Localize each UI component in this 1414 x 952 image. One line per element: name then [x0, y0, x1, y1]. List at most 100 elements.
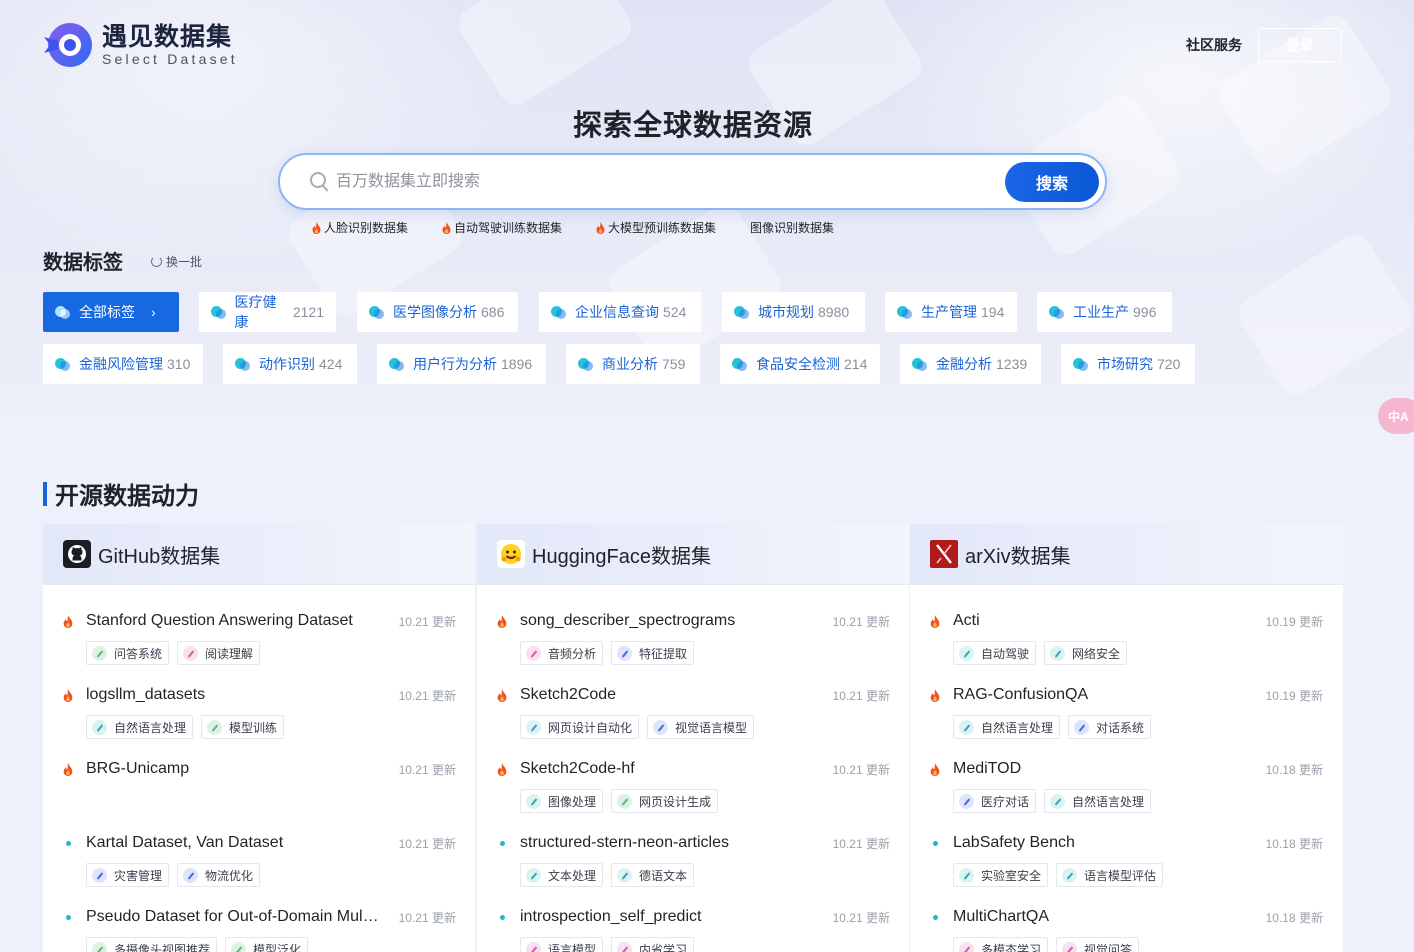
- dataset-tag-chip[interactable]: 医疗对话: [953, 789, 1037, 813]
- all-tags-button[interactable]: 全部标签 ›: [43, 292, 179, 332]
- dataset-tag-chip[interactable]: 自然语言处理: [86, 715, 194, 739]
- dataset-item[interactable]: logsllm_datasets 10.21 更新 自然语言处理 模型训练: [63, 685, 456, 759]
- dataset-tag-chip[interactable]: 物流优化: [177, 863, 261, 887]
- dataset-tag-chip[interactable]: 视觉问答: [1056, 937, 1140, 952]
- dataset-item[interactable]: Sketch2Code 10.21 更新 网页设计自动化 视觉语言模型: [497, 685, 890, 759]
- tag-chip[interactable]: 生产管理 194: [885, 292, 1017, 332]
- dataset-tag-chip[interactable]: 实验室安全: [953, 863, 1049, 887]
- search-button[interactable]: 搜索: [1005, 161, 1099, 202]
- tag-chip[interactable]: 医疗健康 2121: [199, 292, 336, 332]
- dataset-item[interactable]: Sketch2Code-hf 10.21 更新 图像处理 网页设计生成: [497, 759, 890, 833]
- dataset-tag-chip[interactable]: 自动驾驶: [953, 641, 1037, 665]
- bullet-dot: [930, 914, 940, 920]
- dataset-tag-chip[interactable]: 网页设计自动化: [520, 715, 640, 739]
- tag-chip[interactable]: 食品安全检测 214: [720, 344, 880, 384]
- dataset-item-header: LabSafety Bench 10.18 更新: [930, 833, 1323, 853]
- dataset-item[interactable]: BRG-Unicamp 10.21 更新: [63, 759, 456, 833]
- hot-search-label: 自动驾驶训练数据集: [454, 221, 563, 235]
- column-header: arXiv数据集: [910, 524, 1343, 585]
- dataset-item[interactable]: structured-stern-neon-articles 10.21 更新 文本…: [497, 833, 890, 907]
- dataset-tag-chip[interactable]: 阅读理解: [177, 641, 261, 665]
- dataset-name-link[interactable]: song_describer_spectrograms: [520, 612, 815, 630]
- hot-search-link[interactable]: 大模型预训练数据集: [596, 219, 716, 236]
- tag-chip[interactable]: 用户行为分析 1896: [377, 344, 546, 384]
- dataset-tag-chip[interactable]: 德语文本: [611, 863, 695, 887]
- dataset-item[interactable]: Acti 10.19 更新 自动驾驶 网络安全: [930, 611, 1323, 685]
- dataset-item[interactable]: LabSafety Bench 10.18 更新实验室安全 语言模型评估: [930, 833, 1323, 907]
- dataset-tag-chip[interactable]: 音频分析: [520, 641, 604, 665]
- dataset-name-link[interactable]: Stanford Question Answering Dataset: [86, 612, 381, 630]
- tag-icon: [1073, 357, 1089, 371]
- flame-icon: [63, 688, 73, 702]
- tag-chip[interactable]: 城市规划 8980: [722, 292, 865, 332]
- flame-icon: [930, 688, 940, 702]
- dataset-tag-chip[interactable]: 语言模型评估: [1056, 863, 1164, 887]
- tag-chip[interactable]: 企业信息查询 524: [539, 292, 701, 332]
- dataset-tag-chip[interactable]: 内省学习: [611, 937, 695, 952]
- language-toggle-button[interactable]: 中A: [1378, 398, 1414, 434]
- dataset-item[interactable]: RAG-ConfusionQA 10.19 更新 自然语言处理 对话系统: [930, 685, 1323, 759]
- hot-search-link[interactable]: 人脸识别数据集: [312, 219, 408, 236]
- dataset-item[interactable]: Pseudo Dataset for Out-of-Domain Multi-C…: [63, 907, 456, 952]
- tag-chip[interactable]: 医学图像分析 686: [357, 292, 518, 332]
- dataset-name-link[interactable]: RAG-ConfusionQA: [953, 686, 1248, 704]
- column-title[interactable]: HuggingFace数据集: [532, 540, 711, 569]
- brand-name: 遇见数据集: [102, 23, 233, 51]
- dataset-tag-chip[interactable]: 灾害管理: [86, 863, 170, 887]
- dataset-name-link[interactable]: Kartal Dataset, Van Dataset: [86, 834, 381, 852]
- dataset-name-link[interactable]: Sketch2Code-hf: [520, 760, 815, 778]
- dataset-item[interactable]: Kartal Dataset, Van Dataset 10.21 更新 灾害管理 物…: [63, 833, 456, 907]
- dataset-name-link[interactable]: introspection_self_predict: [520, 908, 815, 926]
- dataset-tag-chip[interactable]: 对话系统: [1068, 715, 1152, 739]
- dataset-name-link[interactable]: MediTOD: [953, 760, 1248, 778]
- login-button[interactable]: 登录: [1258, 28, 1342, 62]
- hot-search-link[interactable]: 自动驾驶训练数据集: [442, 219, 562, 236]
- dataset-name-link[interactable]: Acti: [953, 612, 1248, 630]
- tag-chip[interactable]: 金融风险管理 310: [43, 344, 203, 384]
- column-title[interactable]: arXiv数据集: [965, 540, 1071, 569]
- tag-label: 金融风险管理: [79, 356, 163, 372]
- dataset-tag-chip[interactable]: 模型训练: [201, 715, 285, 739]
- refresh-tags-button[interactable]: 换一批: [151, 253, 202, 270]
- tag-pill-icon: [1050, 645, 1066, 661]
- dataset-tag-chip[interactable]: 图像处理: [520, 789, 604, 813]
- dataset-tag-chip[interactable]: 视觉语言模型: [647, 715, 755, 739]
- tag-chip[interactable]: 动作识别 424: [223, 344, 357, 384]
- dataset-tag-chip[interactable]: 文本处理: [520, 863, 604, 887]
- dataset-name-link[interactable]: MultiChartQA: [953, 908, 1248, 926]
- dataset-tag-chip[interactable]: 模型泛化: [225, 937, 309, 952]
- flame-icon: [312, 221, 321, 234]
- logo-icon: [42, 19, 94, 71]
- tag-chip[interactable]: 商业分析 759: [566, 344, 700, 384]
- dataset-name-link[interactable]: LabSafety Bench: [953, 834, 1248, 852]
- hot-search-link[interactable]: 图像识别数据集: [750, 219, 834, 236]
- dataset-name-link[interactable]: structured-stern-neon-articles: [520, 834, 815, 852]
- dataset-name-link[interactable]: Pseudo Dataset for Out-of-Domain Multi-C…: [86, 908, 381, 926]
- dataset-item[interactable]: MultiChartQA 10.18 更新 多模态学习 视觉问答: [930, 907, 1323, 952]
- tag-chip[interactable]: 金融分析 1239: [900, 344, 1041, 384]
- dataset-item[interactable]: song_describer_spectrograms 10.21 更新 音频分析 特…: [497, 611, 890, 685]
- brand-logo[interactable]: 遇见数据集 Select Dataset: [42, 19, 238, 71]
- dataset-item[interactable]: MediTOD 10.18 更新 医疗对话 自然语言处理: [930, 759, 1323, 833]
- tag-chip[interactable]: 工业生产 996: [1037, 292, 1172, 332]
- dataset-item[interactable]: introspection_self_predict 10.21 更新 语言模型 内省…: [497, 907, 890, 952]
- nav-community-link[interactable]: 社区服务: [1186, 35, 1242, 55]
- search-input[interactable]: [336, 166, 1005, 197]
- dataset-tag-chip[interactable]: 问答系统: [86, 641, 170, 665]
- dataset-tag-chip[interactable]: 多摄像头视图推荐: [86, 937, 218, 952]
- column-title[interactable]: GitHub数据集: [98, 540, 220, 569]
- dataset-item[interactable]: Stanford Question Answering Dataset 10.21…: [63, 611, 456, 685]
- dataset-tag-label: 视觉语言模型: [675, 720, 748, 735]
- dataset-tag-chip[interactable]: 多模态学习: [953, 937, 1049, 952]
- dataset-name-link[interactable]: logsllm_datasets: [86, 686, 381, 704]
- dataset-tag-chip[interactable]: 网页设计生成: [611, 789, 719, 813]
- dataset-tag-chip[interactable]: 自然语言处理: [1044, 789, 1152, 813]
- tag-pill-icon: [959, 867, 974, 883]
- dataset-name-link[interactable]: Sketch2Code: [520, 686, 815, 704]
- dataset-tag-chip[interactable]: 自然语言处理: [953, 715, 1061, 739]
- tag-chip[interactable]: 市场研究 720: [1061, 344, 1195, 384]
- dataset-tag-chip[interactable]: 网络安全: [1044, 641, 1128, 665]
- dataset-tag-chip[interactable]: 特征提取: [611, 641, 695, 665]
- dataset-tag-chip[interactable]: 语言模型: [520, 937, 604, 952]
- dataset-name-link[interactable]: BRG-Unicamp: [86, 760, 381, 778]
